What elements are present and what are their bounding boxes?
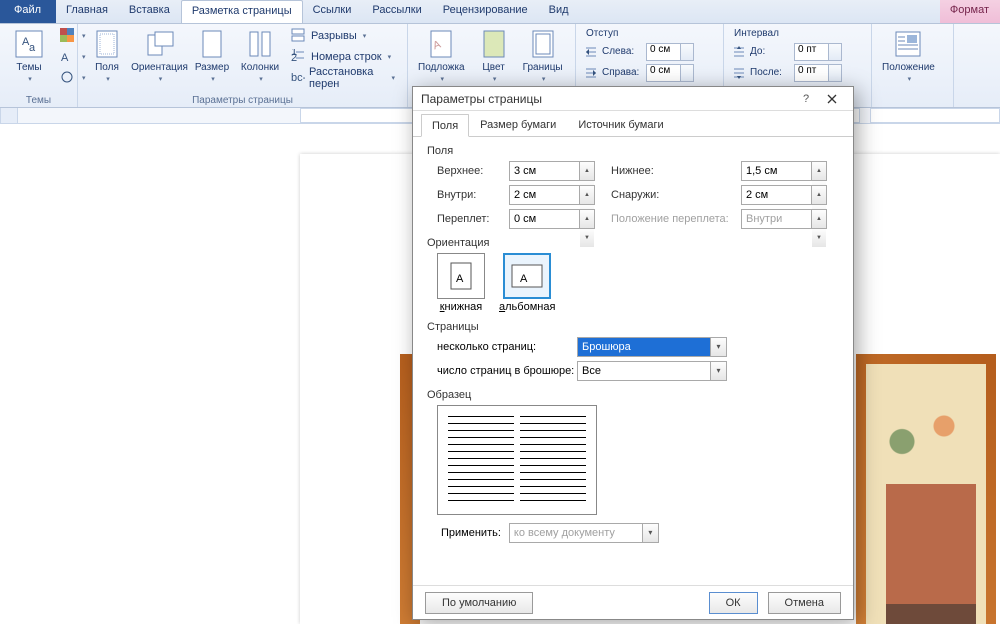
close-button[interactable] xyxy=(819,90,845,108)
page-borders-icon xyxy=(527,28,559,60)
svg-text:bc-: bc- xyxy=(291,72,305,84)
group-label-page-setup: Параметры страницы xyxy=(78,95,407,106)
indent-right-input[interactable]: 0 см xyxy=(646,64,694,82)
combo-sheets[interactable]: Все▾ xyxy=(577,361,727,381)
tab-home[interactable]: Главная xyxy=(56,0,119,23)
indent-right-icon xyxy=(584,66,598,80)
margins-icon xyxy=(91,28,123,60)
svg-text:A: A xyxy=(520,273,528,285)
dialog-titlebar[interactable]: Параметры страницы ? xyxy=(413,87,853,111)
label-multi-pages: несколько страниц: xyxy=(437,341,577,353)
orientation-portrait[interactable]: A ккнижнаянижная xyxy=(437,253,485,313)
indent-header: Отступ xyxy=(586,28,715,39)
line-numbers-button[interactable]: 12Номера строк xyxy=(287,47,399,67)
watermark-icon: A xyxy=(425,28,457,60)
dialog-footer: По умолчанию ОК Отмена xyxy=(413,585,853,619)
page-borders-button[interactable]: Границы xyxy=(521,26,565,85)
page-color-button[interactable]: Цвет xyxy=(473,26,515,85)
hyphenation-button[interactable]: bc-Расстановка перен xyxy=(287,68,399,88)
tab-mailings[interactable]: Рассылки xyxy=(362,0,432,23)
orientation-icon xyxy=(144,28,176,60)
preview-pane xyxy=(437,405,597,515)
input-inside[interactable]: 2 см▲▼ xyxy=(509,185,595,205)
tab-view[interactable]: Вид xyxy=(539,0,580,23)
input-bottom[interactable]: 1,5 см▲▼ xyxy=(741,161,827,181)
combo-multi-pages[interactable]: Брошюра▾ xyxy=(577,337,727,357)
indent-left-input[interactable]: 0 см xyxy=(646,43,694,61)
ribbon-tabs: Файл Главная Вставка Разметка страницы С… xyxy=(0,0,1000,24)
section-preview-label: Образец xyxy=(427,389,839,401)
line-numbers-icon: 12 xyxy=(291,49,307,65)
label-bottom: Нижнее: xyxy=(611,165,741,177)
position-icon xyxy=(892,28,924,60)
breaks-button[interactable]: Разрывы xyxy=(287,26,399,46)
combo-apply-to[interactable]: ко всему документу▾ xyxy=(509,523,659,543)
input-gutter-pos: Внутри▲▼ xyxy=(741,209,827,229)
columns-icon xyxy=(244,28,276,60)
size-icon xyxy=(196,28,228,60)
tab-references[interactable]: Ссылки xyxy=(303,0,363,23)
dialog-body: Поля Верхнее: 3 см▲▼ Нижнее: 1,5 см▲▼ Вн… xyxy=(413,137,853,551)
spacing-header: Интервал xyxy=(734,28,863,39)
cancel-button[interactable]: Отмена xyxy=(768,592,841,614)
svg-text:A: A xyxy=(61,52,69,63)
tab-insert[interactable]: Вставка xyxy=(119,0,181,23)
section-orientation-label: Ориентация xyxy=(427,237,839,249)
themes-button[interactable]: Aa Темы xyxy=(8,26,50,85)
section-margins-label: Поля xyxy=(427,145,839,157)
svg-text:a: a xyxy=(29,42,36,54)
group-label-themes: Темы xyxy=(0,95,77,106)
margins-button[interactable]: Поля xyxy=(86,26,128,85)
size-button[interactable]: Размер xyxy=(191,26,233,85)
label-top: Верхнее: xyxy=(437,165,509,177)
illustration-right xyxy=(856,354,996,624)
dlg-tab-source[interactable]: Источник бумаги xyxy=(567,113,674,136)
colors-icon xyxy=(60,28,76,44)
columns-button[interactable]: Колонки xyxy=(239,26,281,85)
breaks-icon xyxy=(291,28,307,44)
help-button[interactable]: ? xyxy=(793,90,819,108)
themes-icon: Aa xyxy=(13,28,45,60)
dlg-tab-margins[interactable]: Поля xyxy=(421,114,469,137)
dlg-tab-paper[interactable]: Размер бумаги xyxy=(469,113,567,136)
svg-text:A: A xyxy=(456,273,464,285)
landscape-icon: A xyxy=(503,253,551,299)
label-gutter: Переплет: xyxy=(437,213,509,225)
label-gutter-pos: Положение переплета: xyxy=(611,213,741,225)
page-color-icon xyxy=(478,28,510,60)
hyphenation-icon: bc- xyxy=(291,70,305,86)
label-outside: Снаружи: xyxy=(611,189,741,201)
dialog-tabs: Поля Размер бумаги Источник бумаги xyxy=(413,111,853,137)
watermark-button[interactable]: AПодложка xyxy=(416,26,467,85)
default-button[interactable]: По умолчанию xyxy=(425,592,533,614)
tab-review[interactable]: Рецензирование xyxy=(433,0,539,23)
tab-page-layout[interactable]: Разметка страницы xyxy=(181,0,303,23)
indent-left-icon xyxy=(584,45,598,59)
position-button[interactable]: Положение xyxy=(880,26,937,85)
spacing-after-input[interactable]: 0 пт xyxy=(794,64,842,82)
tab-format[interactable]: Формат xyxy=(940,0,1000,23)
input-gutter[interactable]: 0 см▲▼ xyxy=(509,209,595,229)
label-inside: Внутри: xyxy=(437,189,509,201)
portrait-icon: A xyxy=(437,253,485,299)
spacing-before-input[interactable]: 0 пт xyxy=(794,43,842,61)
ruler-corner xyxy=(0,108,18,124)
ok-button[interactable]: ОК xyxy=(709,592,758,614)
orientation-landscape[interactable]: A альбомная xyxy=(499,253,555,313)
input-top[interactable]: 3 см▲▼ xyxy=(509,161,595,181)
dialog-title: Параметры страницы xyxy=(421,92,793,106)
close-icon xyxy=(827,94,837,104)
input-outside[interactable]: 2 см▲▼ xyxy=(741,185,827,205)
orientation-button[interactable]: Ориентация xyxy=(134,26,185,85)
fonts-icon: A xyxy=(60,49,76,65)
label-apply-to: Применить: xyxy=(441,527,501,539)
page-setup-dialog: Параметры страницы ? Поля Размер бумаги … xyxy=(412,86,854,620)
tab-file[interactable]: Файл xyxy=(0,0,56,23)
label-sheets: число страниц в брошюре: xyxy=(437,365,577,377)
section-pages-label: Страницы xyxy=(427,321,839,333)
spacing-after-icon xyxy=(732,66,746,80)
spacing-before-icon xyxy=(732,45,746,59)
effects-icon xyxy=(60,70,76,86)
